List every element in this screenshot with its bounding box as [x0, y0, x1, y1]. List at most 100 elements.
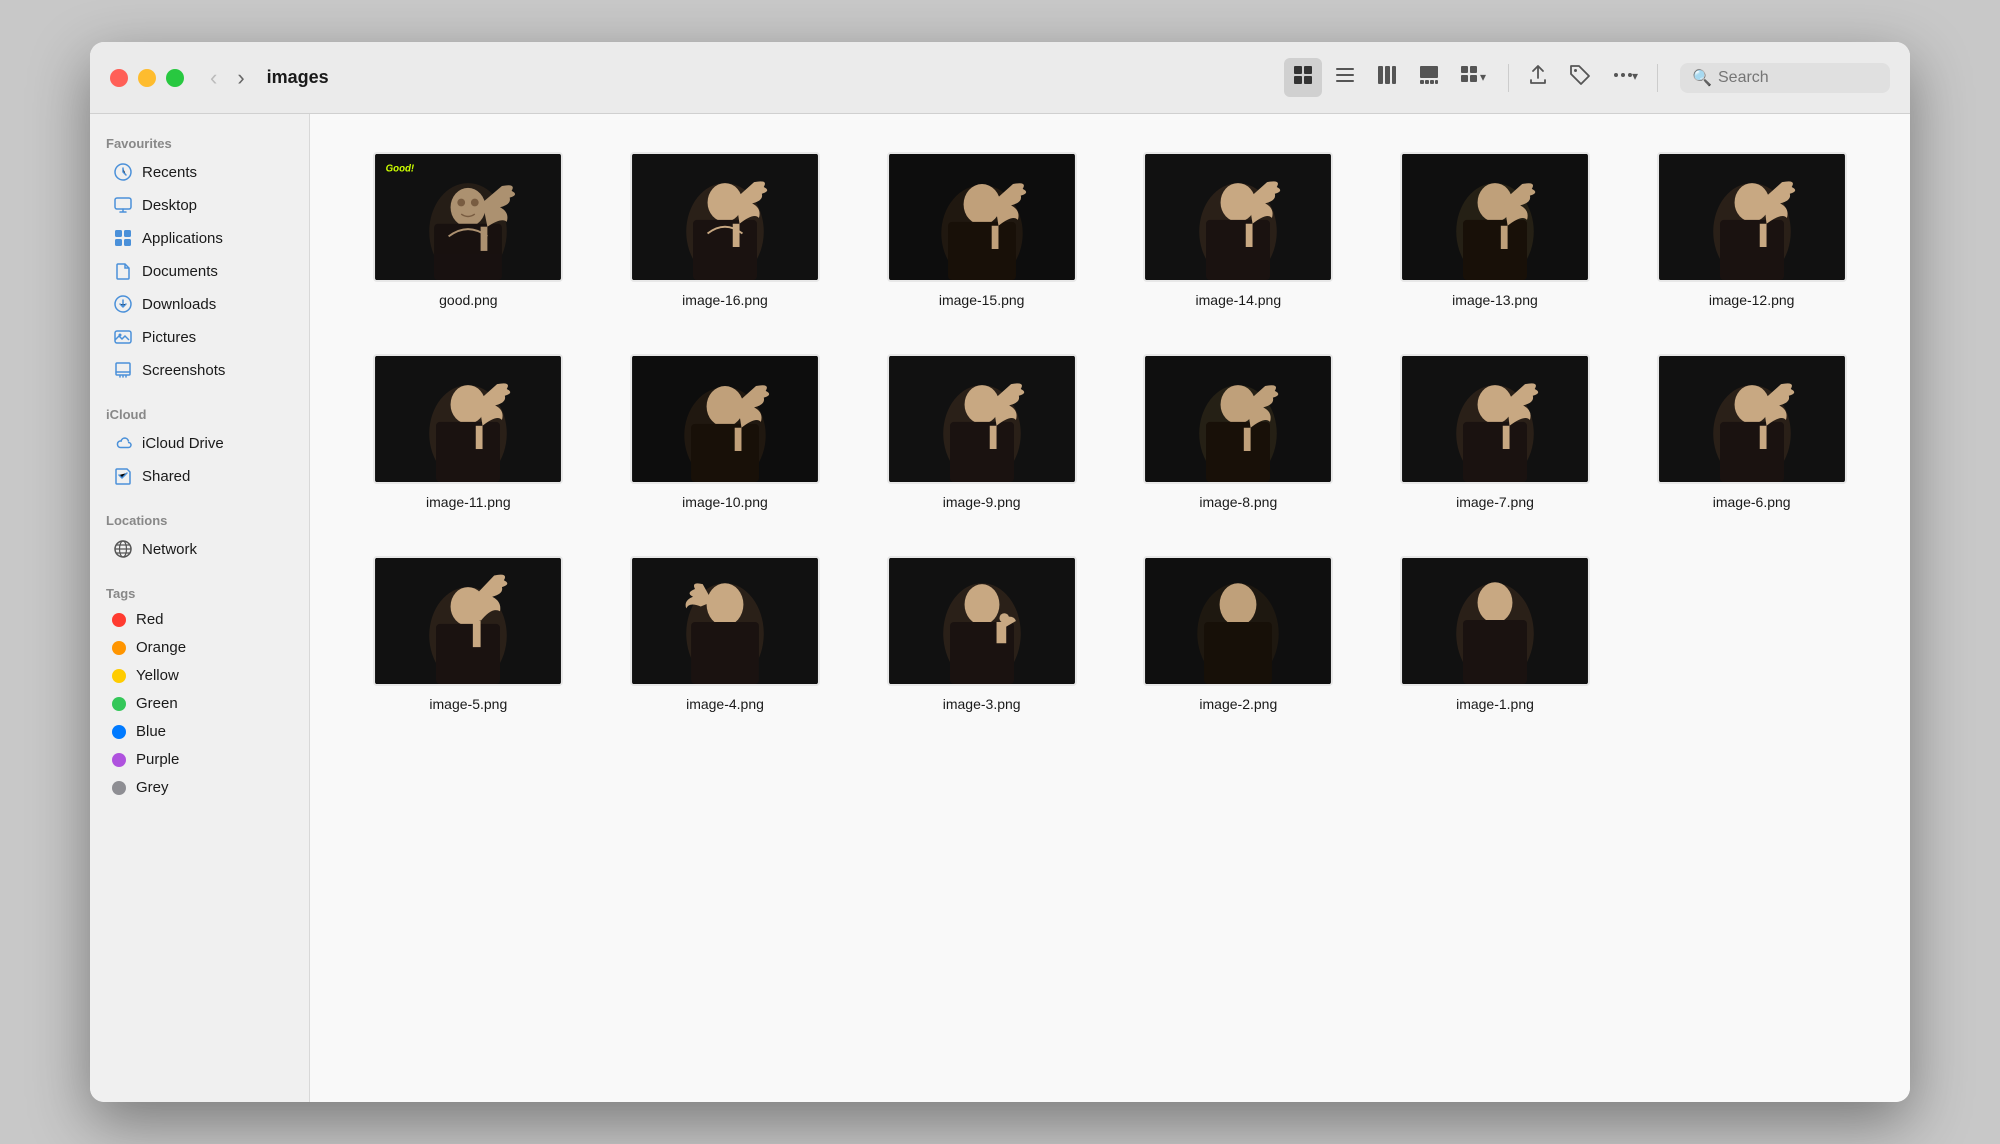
grey-dot	[112, 781, 126, 795]
share-button[interactable]	[1519, 58, 1557, 97]
maximize-button[interactable]	[166, 69, 184, 87]
file-thumb-10	[630, 354, 820, 484]
file-name-2: image-2.png	[1199, 696, 1277, 712]
sidebar-item-tag-green[interactable]: Green	[96, 690, 303, 717]
file-item-14[interactable]: image-14.png	[1120, 144, 1357, 316]
file-thumb-7	[1400, 354, 1590, 484]
downloads-label: Downloads	[142, 296, 216, 313]
screenshots-label: Screenshots	[142, 362, 225, 379]
toolbar-actions: ▾ ▾	[1284, 58, 1890, 97]
file-thumb-11	[373, 354, 563, 484]
file-thumb-good: Good!	[373, 152, 563, 282]
search-icon: 🔍	[1692, 68, 1712, 88]
file-item-4[interactable]: image-4.png	[607, 548, 844, 720]
sidebar-item-applications[interactable]: Applications	[96, 222, 303, 254]
sidebar-item-icloud-drive[interactable]: iCloud Drive	[96, 427, 303, 459]
file-name-13: image-13.png	[1452, 292, 1538, 308]
forward-button[interactable]: ›	[231, 63, 250, 93]
file-grid-row3: image-5.png image-4.png	[350, 548, 1870, 720]
sidebar-item-documents[interactable]: Documents	[96, 255, 303, 287]
file-item-10[interactable]: image-10.png	[607, 346, 844, 518]
file-thumb-2	[1143, 556, 1333, 686]
sidebar-item-tag-orange[interactable]: Orange	[96, 634, 303, 661]
view-gallery-button[interactable]	[1410, 58, 1448, 97]
applications-icon	[112, 227, 134, 249]
search-input[interactable]	[1718, 69, 1878, 87]
yellow-dot	[112, 669, 126, 683]
file-name-11: image-11.png	[426, 494, 511, 510]
desktop-icon	[112, 194, 134, 216]
applications-label: Applications	[142, 230, 223, 247]
sidebar-item-tag-blue[interactable]: Blue	[96, 718, 303, 745]
view-grid-button[interactable]	[1284, 58, 1322, 97]
file-item-5[interactable]: image-5.png	[350, 548, 587, 720]
network-icon	[112, 538, 134, 560]
sep1	[90, 387, 309, 401]
file-item-9[interactable]: image-9.png	[863, 346, 1100, 518]
sidebar-item-downloads[interactable]: Downloads	[96, 288, 303, 320]
sidebar-item-tag-yellow[interactable]: Yellow	[96, 662, 303, 689]
file-item-13[interactable]: image-13.png	[1377, 144, 1614, 316]
file-item-7[interactable]: image-7.png	[1377, 346, 1614, 518]
close-button[interactable]	[110, 69, 128, 87]
file-grid-row2: image-11.png image-10.png	[350, 346, 1870, 518]
separator	[1508, 64, 1509, 92]
file-item-1[interactable]: image-1.png	[1377, 548, 1614, 720]
file-thumb-16	[630, 152, 820, 282]
file-item-2[interactable]: image-2.png	[1120, 548, 1357, 720]
sidebar-item-tag-grey[interactable]: Grey	[96, 774, 303, 801]
view-list-button[interactable]	[1326, 58, 1364, 97]
file-thumb-3	[887, 556, 1077, 686]
file-item-good[interactable]: Good! good.png	[350, 144, 587, 316]
traffic-lights	[110, 69, 184, 87]
more-button[interactable]: ▾	[1603, 58, 1647, 97]
file-thumb-4	[630, 556, 820, 686]
file-name-6: image-6.png	[1713, 494, 1791, 510]
file-item-6[interactable]: image-6.png	[1633, 346, 1870, 518]
tag-purple-label: Purple	[136, 751, 179, 768]
green-dot	[112, 697, 126, 711]
search-bar[interactable]: 🔍	[1680, 63, 1890, 93]
sidebar-item-tag-purple[interactable]: Purple	[96, 746, 303, 773]
svg-text:▾: ▾	[1480, 70, 1486, 84]
tag-button[interactable]	[1561, 58, 1599, 97]
view-columns-button[interactable]	[1368, 58, 1406, 97]
file-name-3: image-3.png	[943, 696, 1021, 712]
file-item-3[interactable]: image-3.png	[863, 548, 1100, 720]
sidebar-item-recents[interactable]: Recents	[96, 156, 303, 188]
list-icon	[1334, 64, 1356, 86]
sidebar-item-desktop[interactable]: Desktop	[96, 189, 303, 221]
shared-icon	[112, 465, 134, 487]
file-name-15: image-15.png	[939, 292, 1025, 308]
desktop-label: Desktop	[142, 197, 197, 214]
file-name-1: image-1.png	[1456, 696, 1534, 712]
file-item-15[interactable]: image-15.png	[863, 144, 1100, 316]
file-item-12[interactable]: image-12.png	[1633, 144, 1870, 316]
svg-text:Good!: Good!	[386, 163, 415, 174]
file-name-8: image-8.png	[1199, 494, 1277, 510]
sidebar-item-shared[interactable]: Shared	[96, 460, 303, 492]
tag-yellow-label: Yellow	[136, 667, 179, 684]
documents-label: Documents	[142, 263, 218, 280]
file-item-8[interactable]: image-8.png	[1120, 346, 1357, 518]
sep2	[90, 493, 309, 507]
file-name-7: image-7.png	[1456, 494, 1534, 510]
sidebar-item-network[interactable]: Network	[96, 533, 303, 565]
file-item-11[interactable]: image-11.png	[350, 346, 587, 518]
sidebar: Favourites Recents Desktop Applications	[90, 114, 310, 1102]
tag-icon	[1569, 64, 1591, 86]
view-group-button[interactable]: ▾	[1452, 58, 1498, 97]
favourites-section-title: Favourites	[90, 130, 309, 155]
sidebar-item-tag-red[interactable]: Red	[96, 606, 303, 633]
group-icon: ▾	[1460, 64, 1490, 86]
more-icon: ▾	[1611, 64, 1639, 86]
sidebar-item-pictures[interactable]: Pictures	[96, 321, 303, 353]
minimize-button[interactable]	[138, 69, 156, 87]
separator2	[1657, 64, 1658, 92]
back-button[interactable]: ‹	[204, 63, 223, 93]
file-name-16: image-16.png	[682, 292, 768, 308]
file-name-9: image-9.png	[943, 494, 1021, 510]
file-item-16[interactable]: image-16.png	[607, 144, 844, 316]
file-thumb-6	[1657, 354, 1847, 484]
sidebar-item-screenshots[interactable]: Screenshots	[96, 354, 303, 386]
